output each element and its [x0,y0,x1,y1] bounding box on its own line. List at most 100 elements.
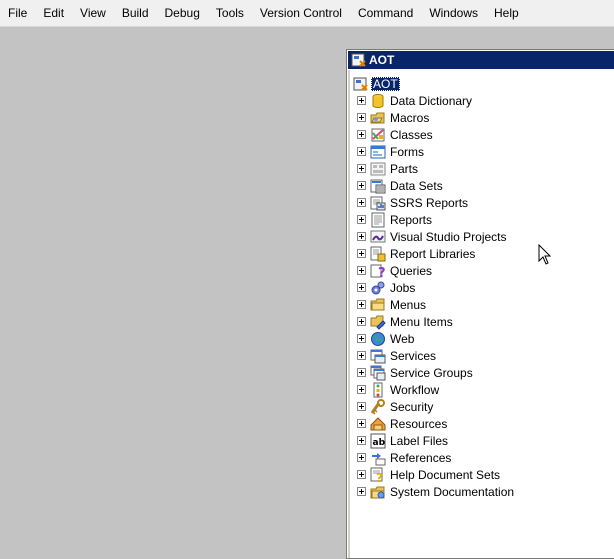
expand-plus-icon[interactable] [357,96,366,105]
expand-plus-icon[interactable] [357,164,366,173]
tree-node-label: Report Libraries [390,246,476,261]
classes-icon [371,128,385,141]
data-sets-icon [370,179,386,193]
tree-node-queries[interactable]: ? Queries [357,262,432,279]
tree-node-visual-studio-projects[interactable]: Visual Studio Projects [357,228,507,245]
tree-node-label: Resources [390,416,448,431]
ssrs-reports-icon [370,196,386,210]
services-icon [370,349,386,363]
expand-plus-icon[interactable] [357,215,366,224]
expand-plus-icon[interactable] [357,368,366,377]
expand-plus-icon[interactable] [357,419,366,428]
web-icon [371,331,385,346]
jobs-icon [371,281,385,294]
tree-node-references[interactable]: References [357,449,451,466]
tree-node-ssrs-reports[interactable]: SSRS Reports [357,194,468,211]
macros-icon [370,112,385,123]
menu-debug[interactable]: Debug [157,2,208,24]
expand-plus-icon[interactable] [357,266,366,275]
tree-node-label: References [390,450,452,465]
aot-root-node[interactable]: AOT [353,75,400,92]
tree-node-data-sets[interactable]: Data Sets [357,177,443,194]
expand-plus-icon[interactable] [357,147,366,156]
expand-plus-icon[interactable] [357,249,366,258]
tree-node-label: Menus [390,297,427,312]
service-groups-icon [370,365,386,380]
svg-text:?: ? [378,266,386,279]
parts-icon [370,162,386,175]
tree-node-system-documentation[interactable]: System Documentation [357,483,514,500]
expand-plus-icon[interactable] [357,334,366,343]
menu-windows[interactable]: Windows [421,2,486,24]
tree-node-label: Security [390,399,434,414]
tree-node-macros[interactable]: Macros [357,109,429,126]
expand-plus-icon[interactable] [357,436,366,445]
resources-icon [370,416,386,430]
tree-node-label: System Documentation [390,484,515,499]
forms-icon [370,145,386,158]
aot-root-icon [353,77,368,91]
tree-node-label: Visual Studio Projects [390,229,507,244]
expand-plus-icon[interactable] [357,181,366,190]
tree-node-web[interactable]: Web [357,330,414,347]
expand-plus-icon[interactable] [357,130,366,139]
expand-plus-icon[interactable] [357,487,366,496]
menu-build[interactable]: Build [114,2,157,24]
expand-plus-icon[interactable] [357,232,366,241]
tree-node-label: Menu Items [390,314,453,329]
expand-plus-icon[interactable] [357,351,366,360]
tree-node-parts[interactable]: Parts [357,160,418,177]
tree-node-reports[interactable]: Reports [357,211,432,228]
help-document-sets-icon: ? [370,467,383,483]
menu-tools[interactable]: Tools [208,2,252,24]
menu-edit[interactable]: Edit [35,2,72,24]
workflow-icon [373,382,383,397]
tree-node-forms[interactable]: Forms [357,143,424,160]
svg-text:ab: ab [373,438,386,448]
mouse-cursor-icon [538,244,552,265]
tree-node-workflow[interactable]: Workflow [357,381,439,398]
menu-items-icon [370,315,386,330]
svg-text:?: ? [376,471,383,483]
tree-node-services[interactable]: Services [357,347,436,364]
references-icon [372,452,386,465]
tree-node-service-groups[interactable]: Service Groups [357,364,473,381]
tree-node-label: Workflow [390,382,440,397]
aot-root-label: AOT [371,76,400,91]
menu-help[interactable]: Help [486,2,527,24]
tree-node-jobs[interactable]: Jobs [357,279,415,296]
tree-node-classes[interactable]: Classes [357,126,433,143]
tree-node-menus[interactable]: Menus [357,296,426,313]
tree-node-label: Forms [390,144,424,159]
expand-plus-icon[interactable] [357,402,366,411]
menu-file[interactable]: File [0,2,35,24]
tree-node-data-dictionary[interactable]: Data Dictionary [357,92,472,109]
tree-node-help-document-sets[interactable]: ? Help Document Sets [357,466,500,483]
tree-node-label: Web [390,331,415,346]
menu-version-control[interactable]: Version Control [252,2,350,24]
expand-plus-icon[interactable] [357,198,366,207]
aot-tree: AOT Data Dictionary Macros Classes Forms Par… [351,72,614,558]
menu-command[interactable]: Command [350,2,421,24]
expand-plus-icon[interactable] [357,317,366,326]
expand-plus-icon[interactable] [357,453,366,462]
aot-window[interactable]: AOT AOT Data Dictionary Macros Classes Form… [346,49,614,559]
menus-icon [370,298,385,310]
expand-plus-icon[interactable] [357,283,366,292]
tree-node-label: Jobs [390,280,416,295]
expand-plus-icon[interactable] [357,300,366,309]
menu-view[interactable]: View [72,2,114,24]
tree-node-label-files[interactable]: ab Label Files [357,432,448,449]
tree-node-label: Macros [390,110,430,125]
tree-node-security[interactable]: Security [357,398,433,415]
tree-node-label: Services [390,348,437,363]
tree-node-menu-items[interactable]: Menu Items [357,313,453,330]
tree-node-label: Reports [390,212,433,227]
tree-node-resources[interactable]: Resources [357,415,447,432]
expand-plus-icon[interactable] [357,470,366,479]
system-documentation-icon [370,486,385,498]
aot-titlebar[interactable]: AOT [348,51,614,69]
expand-plus-icon[interactable] [357,113,366,122]
tree-node-report-libraries[interactable]: Report Libraries [357,245,475,262]
expand-plus-icon[interactable] [357,385,366,394]
